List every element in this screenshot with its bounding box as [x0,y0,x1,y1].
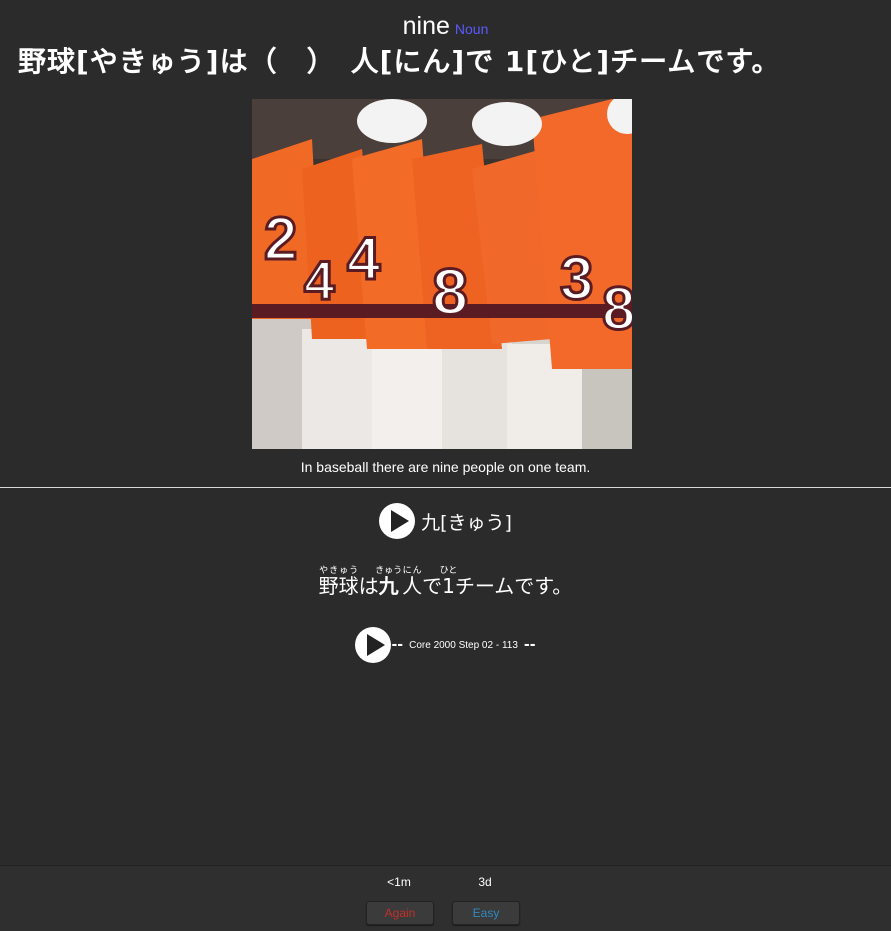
baseball-players-image: 2 4 4 8 3 8 [252,99,632,449]
again-button[interactable]: Again [366,901,434,925]
word-header: nine Noun [0,12,891,41]
svg-text:4: 4 [304,249,335,311]
sentence-audio-row: -- Core 2000 Step 02 - 113 -- [0,627,891,663]
part-of-speech: Noun [454,21,489,37]
play-sentence-audio-icon[interactable] [355,627,392,663]
answer-divider [0,487,891,488]
dash-right: -- [523,637,536,653]
answer-buttons-bar: <1m 3d Again Easy [0,865,891,931]
sentence-word-kyuu: 九きゅう [375,566,403,598]
svg-text:8: 8 [432,255,468,328]
answer-reading: 九[きゅう] [421,511,512,534]
example-sentence: 野球やきゅうは九きゅう人にんで1ひとチームです。 [0,566,891,599]
sentence-ending: チームです。 [454,574,573,598]
sentence-word-hito: 1ひと [439,566,458,598]
deck-source: Core 2000 Step 02 - 113 [409,639,518,651]
easy-interval: 3d [478,875,492,889]
question-sentence: 野球[やきゅう]は（ ） 人[にん]で 1[ひと]チームです。 [18,45,781,78]
easy-button[interactable]: Easy [452,901,520,925]
svg-text:8: 8 [602,275,632,342]
image-caption: In baseball there are nine people on one… [300,459,591,475]
svg-text:4: 4 [347,225,381,292]
answer-row: 九[きゅう] [0,503,891,539]
vocab-word: nine [402,12,450,40]
svg-text:3: 3 [560,245,593,312]
card-image: 2 4 4 8 3 8 [252,99,632,449]
svg-text:2: 2 [264,205,297,272]
play-word-audio-icon[interactable] [379,503,416,539]
again-interval: <1m [387,875,411,889]
sentence-word-yakyuu: 野球やきゅう [318,566,359,598]
dash-left: -- [391,637,404,653]
sentence-word-nin: 人にん [402,566,423,598]
